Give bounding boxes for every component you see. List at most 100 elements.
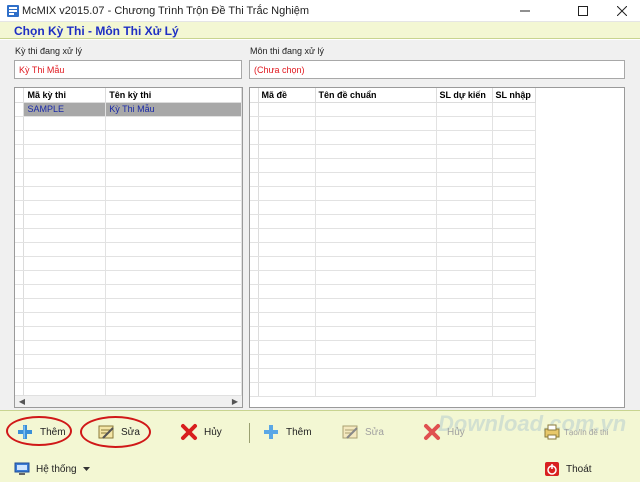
table-row-empty: [15, 214, 242, 229]
delete-icon: [181, 424, 197, 440]
table-row-empty: [250, 116, 536, 131]
table-row-empty: [250, 340, 536, 355]
print-test-label: Tạo/In đề thi: [564, 427, 609, 437]
exam-label: Kỳ thi đang xử lý: [15, 46, 83, 56]
subject-delete-label: Hủy: [447, 426, 465, 438]
exam-grid-hscroll[interactable]: ◀ ▶: [15, 395, 242, 407]
table-row-empty: [250, 242, 536, 257]
table-row-empty: [250, 382, 536, 397]
maximize-icon: [578, 6, 588, 16]
subject-table-header: Mã đề Tên đề chuẩn SL dự kiến SL nhập: [250, 88, 536, 103]
table-row-empty: [250, 130, 536, 145]
subject-label: Môn thi đang xử lý: [250, 46, 325, 56]
system-menu-button[interactable]: Hệ thống: [14, 459, 90, 479]
exit-button[interactable]: Thoát: [544, 459, 592, 479]
subject-edit-label: Sửa: [365, 426, 384, 438]
subject-field[interactable]: (Chưa chọn): [249, 60, 625, 79]
table-row-empty: [250, 102, 536, 117]
exam-code-cell[interactable]: SAMPLE: [23, 102, 107, 117]
table-row-empty: [250, 270, 536, 285]
close-icon: [617, 6, 627, 16]
subject-grid[interactable]: Mã đề Tên đề chuẩn SL dự kiến SL nhập: [249, 87, 625, 408]
exam-table: Mã kỳ thi Tên kỳ thi SAMPLE Kỳ Thi Mẫu: [15, 88, 242, 397]
row-header-cell: [15, 102, 25, 117]
scroll-left-icon[interactable]: ◀: [17, 397, 27, 407]
col-header-entered-qty[interactable]: SL nhập: [492, 88, 536, 103]
table-row-empty: [250, 228, 536, 243]
app-icon: [7, 5, 19, 17]
table-row-empty: [250, 200, 536, 215]
table-row-empty: [15, 158, 242, 173]
chevron-down-icon: [82, 467, 90, 471]
table-row-empty: [15, 242, 242, 257]
window-title: McMIX v2015.07 - Chương Trình Trộn Đề Th…: [22, 5, 310, 17]
table-row-empty: [15, 256, 242, 271]
main-area: Kỳ thi đang xử lý Kỳ Thi Mẫu Môn thi đan…: [0, 40, 640, 410]
table-row-empty: [15, 270, 242, 285]
exam-delete-button[interactable]: Hủy: [180, 420, 222, 444]
exam-field-value: Kỳ Thi Mẫu: [19, 65, 65, 75]
col-header-test-code[interactable]: Mã đề: [258, 88, 316, 103]
table-row-empty: [15, 172, 242, 187]
exam-grid[interactable]: Mã kỳ thi Tên kỳ thi SAMPLE Kỳ Thi Mẫu ◀…: [14, 87, 243, 408]
table-row-empty: [15, 144, 242, 159]
table-row-empty: [250, 186, 536, 201]
row-header-cell: [250, 88, 259, 103]
table-row-empty: [250, 284, 536, 299]
maximize-button[interactable]: [560, 0, 606, 22]
subject-delete-button[interactable]: Hủy: [423, 420, 465, 444]
exam-name-cell[interactable]: Kỳ Thi Mẫu: [105, 102, 242, 117]
subject-edit-button[interactable]: Sửa: [341, 420, 384, 444]
table-row-empty: [15, 200, 242, 215]
col-header-planned-qty[interactable]: SL dự kiến: [436, 88, 493, 103]
print-test-button[interactable]: Tạo/In đề thi: [543, 420, 608, 444]
exit-label: Thoát: [566, 463, 592, 475]
page-title: Chọn Kỳ Thi - Môn Thi Xử Lý: [14, 24, 179, 38]
exit-icon: [545, 462, 559, 476]
table-row-empty: [15, 382, 242, 397]
table-row-empty: [15, 130, 242, 145]
table-row-empty: [15, 228, 242, 243]
table-row-empty: [250, 214, 536, 229]
table-row-empty: [15, 312, 242, 327]
table-row-empty: [250, 172, 536, 187]
action-toolbar: Download.com.vn Thêm Sửa Hủy Thêm Sửa Hủ…: [0, 410, 640, 454]
add-icon: [264, 425, 278, 439]
table-row-empty: [15, 354, 242, 369]
table-row-empty: [250, 368, 536, 383]
col-header-exam-name[interactable]: Tên kỳ thi: [105, 88, 242, 103]
highlight-ring: [80, 416, 151, 448]
toolbar-separator: [249, 423, 250, 443]
table-row-empty: [250, 326, 536, 341]
table-row-empty: [15, 284, 242, 299]
subject-add-label: Thêm: [286, 426, 312, 438]
exam-table-header: Mã kỳ thi Tên kỳ thi: [15, 88, 242, 103]
exam-delete-label: Hủy: [204, 426, 222, 438]
minimize-icon: [520, 10, 530, 12]
highlight-ring: [6, 416, 72, 446]
scroll-right-icon[interactable]: ▶: [230, 397, 240, 407]
table-row-empty: [250, 144, 536, 159]
col-header-exam-code[interactable]: Mã kỳ thi: [23, 88, 107, 103]
row-header-cell: [15, 88, 25, 103]
exam-field[interactable]: Kỳ Thi Mẫu: [14, 60, 242, 79]
system-menu-label: Hệ thống: [36, 463, 77, 475]
table-row-empty: [250, 312, 536, 327]
table-row-empty: [15, 326, 242, 341]
close-button[interactable]: [604, 0, 640, 22]
table-row-empty: [15, 116, 242, 131]
col-header-test-name[interactable]: Tên đề chuẩn: [315, 88, 437, 103]
delete-icon: [424, 424, 440, 440]
table-row-empty: [15, 298, 242, 313]
subject-add-button[interactable]: Thêm: [262, 420, 312, 444]
edit-icon: [342, 425, 358, 439]
print-icon: [544, 424, 560, 440]
table-row-empty: [250, 158, 536, 173]
table-row[interactable]: SAMPLE Kỳ Thi Mẫu: [15, 102, 242, 117]
table-row-empty: [15, 186, 242, 201]
system-icon: [14, 462, 30, 475]
table-row-empty: [15, 340, 242, 355]
subject-field-value: (Chưa chọn): [254, 65, 305, 75]
title-bar: McMIX v2015.07 - Chương Trình Trộn Đề Th…: [0, 0, 640, 22]
minimize-button[interactable]: [502, 0, 548, 22]
